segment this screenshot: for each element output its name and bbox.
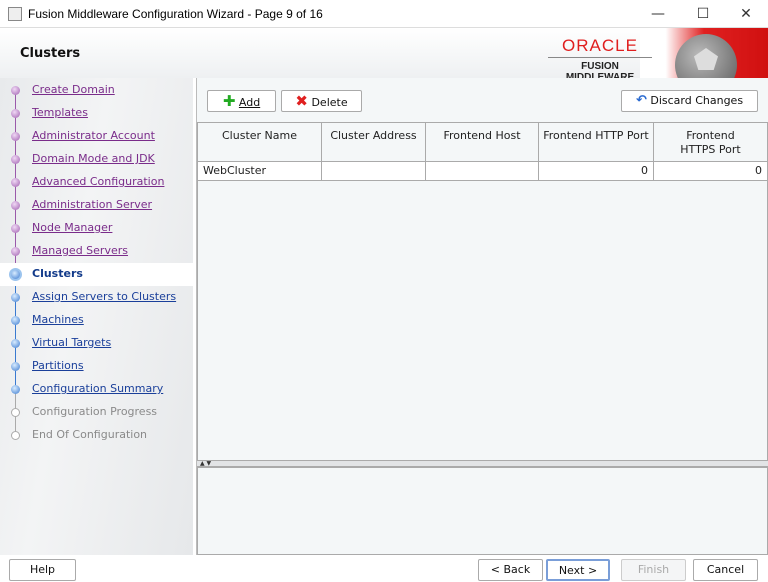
delete-icon: ✖ (295, 92, 308, 110)
nav-step[interactable]: Machines (0, 309, 193, 332)
nav-step[interactable]: Configuration Summary (0, 378, 193, 401)
nav-step: End Of Configuration (0, 424, 193, 447)
nav-step[interactable]: Node Manager (0, 217, 193, 240)
nav-step-label: Templates (32, 106, 88, 119)
oracle-brand: ORACLE (548, 36, 652, 58)
column-header[interactable]: Frontend HTTPS Port (654, 123, 768, 162)
step-status-icon (11, 385, 20, 394)
nav-step[interactable]: Templates (0, 102, 193, 125)
step-status-icon (9, 268, 22, 281)
help-button[interactable]: Help (9, 559, 76, 581)
add-icon: ✚ (222, 92, 236, 110)
step-status-icon (11, 431, 20, 440)
step-status-icon (11, 339, 20, 348)
details-pane (197, 467, 768, 555)
step-status-icon (11, 201, 20, 210)
nav-step-label: Clusters (32, 267, 83, 280)
step-status-icon (11, 224, 20, 233)
nav-step[interactable]: Domain Mode and JDK (0, 148, 193, 171)
step-status-icon (11, 316, 20, 325)
maximize-button[interactable]: ☐ (688, 4, 718, 24)
nav-step[interactable]: Administration Server (0, 194, 193, 217)
cancel-button[interactable]: Cancel (693, 559, 758, 581)
nav-step-label: Create Domain (32, 83, 115, 96)
oracle-logo: ORACLE FUSION MIDDLEWARE (548, 36, 652, 83)
column-header[interactable]: Frontend Host (426, 123, 539, 162)
nav-step-label: Node Manager (32, 221, 113, 234)
step-status-icon (11, 155, 20, 164)
wizard-steps-nav: Create Domain Templates Administrator Acco… (0, 78, 193, 555)
delete-button[interactable]: ✖ Delete (281, 90, 362, 112)
nav-step-label: Advanced Configuration (32, 175, 165, 188)
footer-bar: Help < Back Next > Finish Cancel (0, 555, 768, 582)
table-cell[interactable] (426, 162, 539, 181)
nav-step-label: Virtual Targets (32, 336, 112, 349)
nav-step: Configuration Progress (0, 401, 193, 424)
minimize-button[interactable]: — (643, 4, 673, 24)
nav-step[interactable]: Assign Servers to Clusters (0, 286, 193, 309)
page-title: Clusters (20, 46, 81, 61)
nav-step-label: Administrator Account (32, 129, 155, 142)
wizard-header: Clusters ORACLE FUSION MIDDLEWARE (0, 28, 768, 83)
add-button[interactable]: ✚ Add (207, 90, 276, 112)
table-cell[interactable] (322, 162, 426, 181)
nav-step[interactable]: Managed Servers (0, 240, 193, 263)
column-header[interactable]: Frontend HTTP Port (539, 123, 654, 162)
step-status-icon (11, 293, 20, 302)
nav-step[interactable]: Partitions (0, 355, 193, 378)
step-status-icon (11, 408, 20, 417)
step-status-icon (11, 86, 20, 95)
next-button[interactable]: Next > (546, 559, 610, 581)
nav-step[interactable]: Advanced Configuration (0, 171, 193, 194)
fusion-badge-logo (640, 28, 768, 78)
clusters-table: Cluster Name Cluster Address Frontend Host… (197, 122, 768, 461)
column-header[interactable]: Cluster Address (322, 123, 426, 162)
table-cell[interactable]: 0 (654, 162, 768, 181)
nav-step-label: Managed Servers (32, 244, 128, 257)
close-button[interactable]: ✕ (731, 4, 761, 24)
step-status-icon (11, 109, 20, 118)
nav-step-label: Configuration Progress (32, 405, 158, 418)
nav-step-label: Partitions (32, 359, 84, 372)
finish-button[interactable]: Finish (621, 559, 686, 581)
column-header[interactable]: Cluster Name (198, 123, 322, 162)
nav-step-label: End Of Configuration (32, 428, 148, 441)
step-status-icon (11, 247, 20, 256)
nav-step[interactable]: Virtual Targets (0, 332, 193, 355)
table-cell[interactable]: 0 (539, 162, 654, 181)
step-status-icon (11, 132, 20, 141)
undo-icon: ↶ (635, 93, 647, 108)
nav-step[interactable]: Administrator Account (0, 125, 193, 148)
title-bar: Fusion Middleware Configuration Wizard -… (0, 0, 768, 28)
nav-step[interactable]: Clusters (0, 263, 193, 286)
nav-step-label: Domain Mode and JDK (32, 152, 155, 165)
step-status-icon (11, 178, 20, 187)
window-title: Fusion Middleware Configuration Wizard -… (28, 7, 323, 21)
nav-step-label: Machines (32, 313, 84, 326)
nav-step-label: Assign Servers to Clusters (32, 290, 177, 303)
nav-step-label: Administration Server (32, 198, 153, 211)
app-icon (8, 7, 22, 21)
nav-step-label: Configuration Summary (32, 382, 164, 395)
step-status-icon (11, 362, 20, 371)
discard-changes-button[interactable]: ↶ Discard Changes (621, 90, 758, 112)
nav-step[interactable]: Create Domain (0, 79, 193, 102)
table-cell[interactable]: WebCluster (198, 162, 322, 181)
back-button[interactable]: < Back (478, 559, 543, 581)
